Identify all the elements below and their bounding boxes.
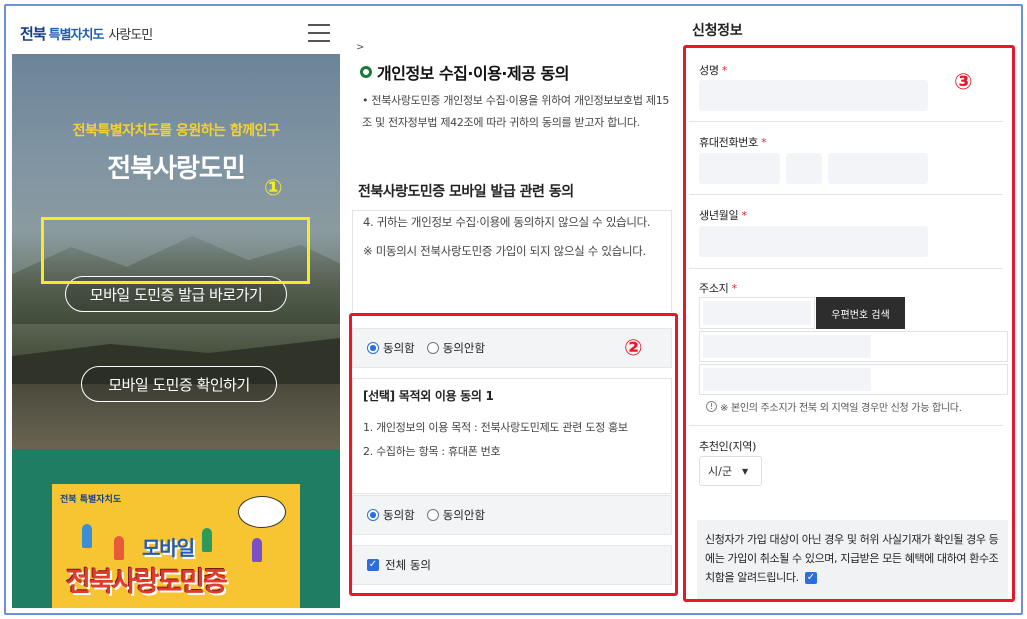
circle-bullet-icon [360,66,372,78]
poster-title: 전북사랑도민증 [66,567,228,598]
highlight-box-3 [683,45,1015,602]
poster-figure [82,524,92,548]
consent-scroll-box[interactable]: 4. 귀하는 개인정보 수집·이용에 동의하지 않으실 수 있습니다. ※ 미동… [352,210,672,312]
poster-mobile-text: 모바일 [142,536,195,560]
menu-icon[interactable] [308,24,330,42]
promo-poster[interactable]: 전북 특별자치도 모바일 전북사랑도민증 [52,484,300,608]
poster-figure [114,536,124,560]
poster-figure [252,538,262,562]
hero-subtitle: 전북특별자치도를 응원하는 함께인구 [72,123,280,139]
logo-sub: 특별자치도 [48,28,105,43]
consent-text-line: ※ 미동의시 전북사랑도민증 가입이 되지 않으실 수 있습니다. [363,244,646,258]
mobile-id-check-button[interactable]: 모바일 도민증 확인하기 [81,366,277,402]
poster-logo: 전북 특별자치도 [60,495,122,505]
application-info-title: 신청정보 [692,23,743,39]
marker-2: ② [624,336,643,361]
hero-title: 전북사랑도민 [107,154,246,184]
consent-text-line: 4. 귀하는 개인정보 수집·이용에 동의하지 않으실 수 있습니다. [363,215,651,229]
logo-tag: 사랑도민 [108,28,153,43]
consent-intro: • 전북사랑도민증 개인정보 수집·이용을 위하여 개인정보보호법 제15조 및… [362,94,670,129]
poster-figure [202,528,212,552]
poster-speech-bubble [238,496,286,528]
marker-3: ③ [954,70,973,95]
consent-subsection-title: 전북사랑도민증 모바일 발급 관련 동의 [358,184,574,200]
highlight-box-1 [41,217,310,284]
logo-main: 전북 [20,25,47,43]
consent-section-title-text: 개인정보 수집·이용·제공 동의 [377,64,569,83]
app-header: 전북 특별자치도 사랑도민 [12,12,340,54]
mobile-home-panel: 전북 특별자치도 사랑도민 전북특별자치도를 응원하는 함께인구 전북사랑도민 … [12,12,340,608]
breadcrumb-arrow: > [356,42,365,53]
marker-1: ① [264,176,283,201]
consent-section-title: 개인정보 수집·이용·제공 동의 [360,60,569,84]
site-logo[interactable]: 전북 특별자치도 사랑도민 [20,23,153,44]
